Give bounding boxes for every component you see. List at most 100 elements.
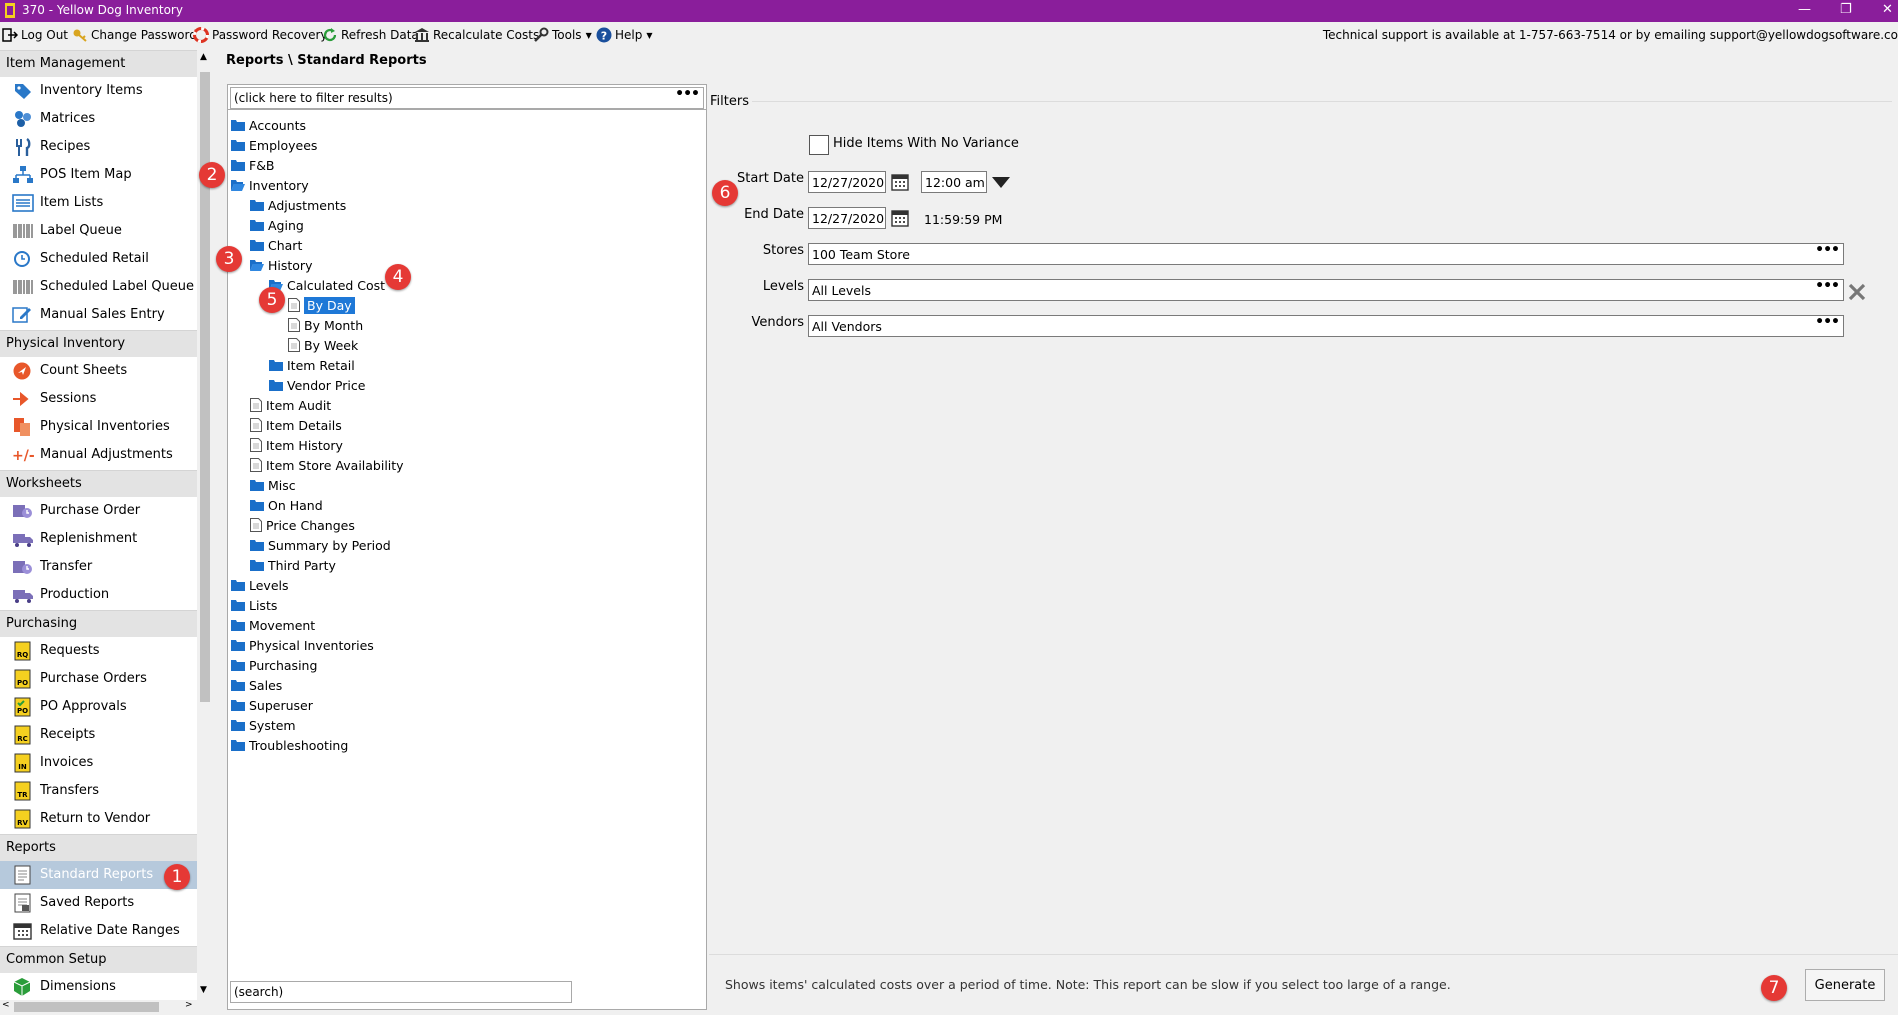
scroll-up-icon[interactable]: ▲ bbox=[200, 52, 207, 62]
tree-node-item-retail[interactable]: Item Retail bbox=[269, 355, 355, 375]
generate-button[interactable]: Generate bbox=[1805, 969, 1885, 1001]
tree-node-employees[interactable]: Employees bbox=[231, 135, 317, 155]
help-menu[interactable]: ? Help ▼ bbox=[596, 27, 653, 43]
tree-search-input[interactable]: (search) bbox=[230, 981, 572, 1003]
sidebar-section-common-setup[interactable]: Common Setup bbox=[0, 946, 197, 973]
minimize-icon[interactable]: — bbox=[1798, 2, 1811, 17]
sidebar-item-scheduled-label-queue[interactable]: Scheduled Label Queue bbox=[0, 273, 197, 301]
clear-levels-icon[interactable] bbox=[1848, 283, 1866, 301]
sidebar-item-label-queue[interactable]: Label Queue bbox=[0, 217, 197, 245]
tree-node-inventory[interactable]: Inventory bbox=[231, 175, 309, 195]
tree-node-lists[interactable]: Lists bbox=[231, 595, 277, 615]
sidebar-item-replenishment[interactable]: Replenishment bbox=[0, 525, 197, 553]
sidebar-item-item-lists[interactable]: Item Lists bbox=[0, 189, 197, 217]
sidebar-item-purchase-orders[interactable]: PO Purchase Orders bbox=[0, 665, 197, 693]
hide-no-variance-checkbox[interactable] bbox=[809, 135, 829, 155]
tree-node-levels[interactable]: Levels bbox=[231, 575, 289, 595]
sidebar-item-relative-date-ranges[interactable]: Relative Date Ranges bbox=[0, 917, 197, 945]
tree-node-summary-by-period[interactable]: Summary by Period bbox=[250, 535, 391, 555]
vendors-selector[interactable]: All Vendors ••• bbox=[808, 314, 1844, 337]
sidebar-item-count-sheets[interactable]: Count Sheets bbox=[0, 357, 197, 385]
sidebar-item-manual-sales-entry[interactable]: Manual Sales Entry bbox=[0, 301, 197, 329]
tree-node-by-week[interactable]: By Week bbox=[288, 335, 358, 355]
tree-node-superuser[interactable]: Superuser bbox=[231, 695, 313, 715]
tree-node-fandb[interactable]: F&B bbox=[231, 155, 275, 175]
password-recovery-button[interactable]: Password Recovery bbox=[193, 27, 328, 43]
tree-node-by-month[interactable]: By Month bbox=[288, 315, 363, 335]
sidebar-item-transfers[interactable]: TR Transfers bbox=[0, 777, 197, 805]
sidebar-section-reports[interactable]: Reports bbox=[0, 834, 197, 861]
refresh-data-button[interactable]: Refresh Data bbox=[322, 27, 419, 43]
tree-node-troubleshooting[interactable]: Troubleshooting bbox=[231, 735, 348, 755]
tree-node-vendor-price[interactable]: Vendor Price bbox=[269, 375, 365, 395]
sidebar-item-pos-item-map[interactable]: POS Item Map bbox=[0, 161, 197, 189]
sidebar-item-requests[interactable]: RQ Requests bbox=[0, 637, 197, 665]
tree-filter-input[interactable]: (click here to filter results) ••• bbox=[230, 86, 704, 109]
stores-selector[interactable]: 100 Team Store ••• bbox=[808, 242, 1844, 265]
end-date-calendar-icon[interactable] bbox=[891, 209, 909, 227]
sidebar-item-po-approvals[interactable]: PO PO Approvals bbox=[0, 693, 197, 721]
end-date-input[interactable]: 12/27/2020 bbox=[808, 207, 886, 229]
tree-node-system[interactable]: System bbox=[231, 715, 296, 735]
sidebar-section-worksheets[interactable]: Worksheets bbox=[0, 470, 197, 497]
tree-node-item-audit[interactable]: Item Audit bbox=[250, 395, 331, 415]
start-date-input[interactable]: 12/27/2020 bbox=[808, 171, 886, 193]
sidebar-item-manual-adjustments[interactable]: +/- Manual Adjustments bbox=[0, 441, 197, 469]
tree-node-aging[interactable]: Aging bbox=[250, 215, 304, 235]
sidebar-item-transfer[interactable]: Transfer bbox=[0, 553, 197, 581]
restore-icon[interactable]: ❐ bbox=[1840, 2, 1852, 17]
change-password-button[interactable]: Change Password bbox=[72, 27, 197, 43]
sidebar-item-invoices[interactable]: IN Invoices bbox=[0, 749, 197, 777]
sidebar-horizontal-scrollbar[interactable]: < > bbox=[0, 1000, 197, 1014]
tree-node-chart[interactable]: Chart bbox=[250, 235, 302, 255]
sidebar-item-saved-reports[interactable]: Saved Reports bbox=[0, 889, 197, 917]
tree-node-purchasing[interactable]: Purchasing bbox=[231, 655, 317, 675]
close-icon[interactable]: ✕ bbox=[1882, 2, 1893, 17]
sidebar-item-return-to-vendor[interactable]: RV Return to Vendor bbox=[0, 805, 197, 833]
tree-node-by-day[interactable]: By Day bbox=[288, 295, 355, 315]
sidebar-item-purchase-order[interactable]: Purchase Order bbox=[0, 497, 197, 525]
start-date-calendar-icon[interactable] bbox=[891, 173, 909, 191]
more-icon[interactable]: ••• bbox=[675, 86, 700, 102]
tree-node-item-history[interactable]: Item History bbox=[250, 435, 343, 455]
scroll-left-icon[interactable]: < bbox=[2, 1000, 10, 1010]
tree-node-sales[interactable]: Sales bbox=[231, 675, 282, 695]
levels-selector[interactable]: All Levels ••• bbox=[808, 278, 1844, 301]
sidebar-section-item-management[interactable]: Item Management bbox=[0, 50, 197, 77]
sidebar-item-inventory-items[interactable]: Inventory Items bbox=[0, 77, 197, 105]
tree-node-item-details[interactable]: Item Details bbox=[250, 415, 342, 435]
more-icon[interactable]: ••• bbox=[1815, 278, 1840, 294]
tree-node-on-hand[interactable]: On Hand bbox=[250, 495, 323, 515]
more-icon[interactable]: ••• bbox=[1815, 242, 1840, 258]
sidebar-item-dimensions[interactable]: Dimensions bbox=[0, 973, 197, 1000]
tree-node-third-party[interactable]: Third Party bbox=[250, 555, 336, 575]
sidebar-item-scheduled-retail[interactable]: Scheduled Retail bbox=[0, 245, 197, 273]
tree-node-adjustments[interactable]: Adjustments bbox=[250, 195, 346, 215]
more-icon[interactable]: ••• bbox=[1815, 314, 1840, 330]
sidebar-item-production[interactable]: Production bbox=[0, 581, 197, 609]
sidebar-item-receipts[interactable]: RC Receipts bbox=[0, 721, 197, 749]
tree-node-physical-inventories[interactable]: Physical Inventories bbox=[231, 635, 374, 655]
recalculate-costs-button[interactable]: Recalculate Costs bbox=[414, 27, 539, 43]
sidebar-item-recipes[interactable]: Recipes bbox=[0, 133, 197, 161]
tree-node-price-changes[interactable]: Price Changes bbox=[250, 515, 355, 535]
tools-menu[interactable]: Tools ▼ bbox=[533, 27, 592, 43]
tree-node-history[interactable]: History bbox=[250, 255, 312, 275]
sidebar-section-physical-inventory[interactable]: Physical Inventory bbox=[0, 330, 197, 357]
sidebar-item-matrices[interactable]: Matrices bbox=[0, 105, 197, 133]
sidebar-hscroll-thumb[interactable] bbox=[14, 1002, 159, 1012]
tree-node-accounts[interactable]: Accounts bbox=[231, 115, 306, 135]
sidebar-item-sessions[interactable]: Sessions bbox=[0, 385, 197, 413]
sidebar-section-purchasing[interactable]: Purchasing bbox=[0, 610, 197, 637]
tree-node-item-store-availability[interactable]: Item Store Availability bbox=[250, 455, 404, 475]
start-time-dropdown-icon[interactable] bbox=[992, 177, 1010, 188]
tree-node-movement[interactable]: Movement bbox=[231, 615, 315, 635]
scroll-down-icon[interactable]: ▼ bbox=[200, 985, 207, 995]
start-time-input[interactable]: 12:00 am bbox=[921, 171, 987, 193]
tree-node-calculated-cost[interactable]: Calculated Cost bbox=[269, 275, 385, 295]
sidebar-scrollbar[interactable]: ▲ ▼ bbox=[197, 50, 213, 1000]
sidebar-item-physical-inventories[interactable]: Physical Inventories bbox=[0, 413, 197, 441]
scroll-right-icon[interactable]: > bbox=[185, 1000, 193, 1010]
tree-node-misc[interactable]: Misc bbox=[250, 475, 296, 495]
logout-button[interactable]: Log Out bbox=[2, 27, 68, 43]
